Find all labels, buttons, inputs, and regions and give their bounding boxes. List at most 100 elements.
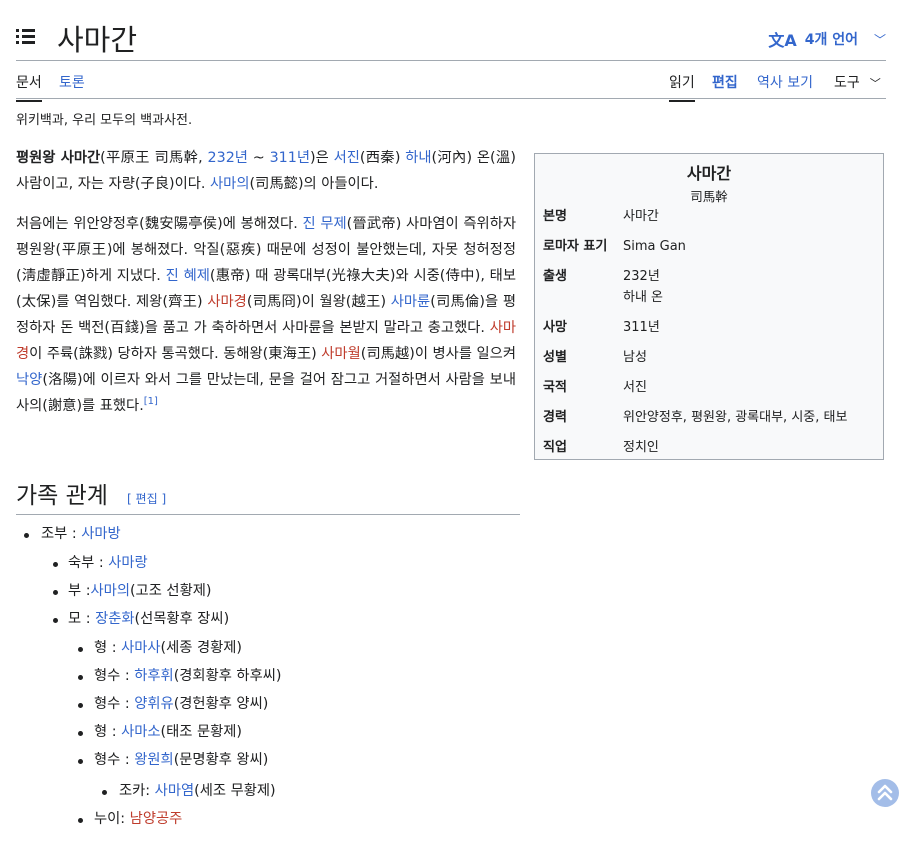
relative-link[interactable]: 장춘화 <box>95 611 134 627</box>
family-item: 조부 : 사마방 <box>41 522 121 543</box>
section-heading: 가족 관계 <box>16 483 108 509</box>
tab-talk[interactable]: 토론 <box>59 72 85 100</box>
link-sima-yue[interactable]: 사마월 <box>321 346 360 362</box>
text: ~ <box>247 150 270 166</box>
bullet <box>78 675 83 680</box>
link-dynasty[interactable]: 서진 <box>334 150 360 166</box>
relation: 형수 : <box>94 696 135 712</box>
infobox-value: 232년하내 온 <box>623 266 875 308</box>
scroll-to-top-button[interactable] <box>871 779 899 807</box>
infobox-row: 직업 정치인 <box>543 437 875 458</box>
relative-link[interactable]: 사마염 <box>155 783 194 799</box>
tab-tools[interactable]: 도구 ﹀ <box>834 72 881 100</box>
text: (洛陽)에 이르자 와서 그를 만났는데, 문을 걸어 잠그고 거절하면서 사람… <box>16 372 516 414</box>
link-emperor-hui[interactable]: 진 혜제 <box>166 268 210 284</box>
family-item: 형수 : 왕원희(문명황후 왕씨) <box>94 748 268 769</box>
infobox: 사마간 司馬幹 본명 사마간 로마자 표기 Sima Gan 출생 232년 하내 온 … <box>534 153 884 460</box>
relative-link[interactable]: 왕원희 <box>134 752 173 768</box>
relative-link[interactable]: 사마랑 <box>108 555 147 571</box>
intro-paragraph-1: 평원왕 사마간(平原王 司馬幹, 232년 ~ 311년)은 서진(西秦) 하내… <box>16 145 516 197</box>
infobox-key: 직업 <box>543 440 567 455</box>
toc-list-icon[interactable] <box>16 28 36 46</box>
family-item: 부 :사마의(고조 선황제) <box>68 579 211 600</box>
bullet <box>102 790 107 795</box>
reference-link[interactable]: [1] <box>144 396 158 407</box>
section-edit-link[interactable]: [ 편집 ] <box>127 492 166 506</box>
relative-title: (세조 무황제) <box>194 783 276 799</box>
bullet <box>78 703 83 708</box>
birth-year: 232년 <box>623 269 660 284</box>
intro-paragraph-2: 처음에는 위안양정후(魏安陽亭侯)에 봉해졌다. 진 무제(晉武帝) 사마염이 … <box>16 211 516 419</box>
relative-link[interactable]: 남양공주 <box>130 811 183 827</box>
infobox-subtitle: 司馬幹 <box>690 189 728 204</box>
relation: 형수 : <box>94 752 135 768</box>
relative-title: (태조 문황제) <box>160 724 242 740</box>
bullet <box>78 818 83 823</box>
relative-link[interactable]: 양휘유 <box>134 696 173 712</box>
link-birth-year[interactable]: 232년 <box>208 150 248 166</box>
relation: 숙부 : <box>68 555 109 571</box>
birth-place: 하내 온 <box>623 290 664 305</box>
link-region[interactable]: 하내 <box>405 150 431 166</box>
relative-title: (문명황후 왕씨) <box>173 752 269 768</box>
link-sima-lun[interactable]: 사마륜 <box>391 294 430 310</box>
tab-history[interactable]: 역사 보기 <box>757 72 813 100</box>
chevron-up-icon <box>877 784 893 801</box>
link-father[interactable]: 사마의 <box>210 176 249 192</box>
infobox-value: Sima Gan <box>623 239 686 254</box>
relative-title: (경헌황후 양씨) <box>173 696 269 712</box>
infobox-row: 경력 위안양정후, 평원왕, 광록대부, 시중, 태보 <box>543 407 875 428</box>
relative-link[interactable]: 사마사 <box>121 640 160 656</box>
infobox-value: 서진 <box>623 380 647 395</box>
relative-title: (경회황후 하후씨) <box>173 668 282 684</box>
infobox-key: 성별 <box>543 350 567 365</box>
relative-title: (선목황후 장씨) <box>134 611 230 627</box>
bullet <box>24 533 29 538</box>
relative-title: (세종 경황제) <box>160 640 242 656</box>
link-emperor-wu[interactable]: 진 무제 <box>302 216 346 232</box>
infobox-rows: 본명 사마간 로마자 표기 Sima Gan 출생 232년 하내 온 사망 311년 성… <box>543 206 875 467</box>
subject-name: 평원왕 사마간 <box>16 150 101 166</box>
infobox-key: 국적 <box>543 380 567 395</box>
relative-link[interactable]: 사마소 <box>121 724 160 740</box>
text: )은 <box>310 150 334 166</box>
infobox-key: 로마자 표기 <box>543 239 608 254</box>
article-intro: 평원왕 사마간(平原王 司馬幹, 232년 ~ 311년)은 서진(西秦) 하내… <box>16 145 516 433</box>
family-item: 조카: 사마염(세조 무황제) <box>119 779 276 800</box>
link-luoyang[interactable]: 낙양 <box>16 372 42 388</box>
infobox-key: 본명 <box>543 209 567 224</box>
infobox-title: 사마간 <box>686 164 732 183</box>
relative-link[interactable]: 사마방 <box>81 526 120 542</box>
chevron-down-icon: ﹀ <box>873 32 886 47</box>
relative-title: (고조 선황제) <box>129 583 212 599</box>
relative-link[interactable]: 사마의 <box>91 583 130 599</box>
text: (西秦) <box>359 150 406 166</box>
family-item: 형수 : 양휘유(경헌황후 양씨) <box>94 692 268 713</box>
site-tagline: 위키백과, 우리 모두의 백과사전. <box>16 113 193 128</box>
infobox-row: 본명 사마간 <box>543 206 875 227</box>
infobox-value: 사마간 <box>623 209 659 224</box>
infobox-key: 출생 <box>543 269 567 284</box>
relation: 조카: <box>119 783 155 799</box>
tab-read[interactable]: 읽기 <box>669 72 695 102</box>
link-sima-jiong[interactable]: 사마경 <box>207 294 246 310</box>
family-item: 숙부 : 사마랑 <box>68 551 148 572</box>
infobox-value: 위안양정후, 평원왕, 광록대부, 시중, 태보 <box>623 410 848 425</box>
infobox-key: 사망 <box>543 320 567 335</box>
relation: 형 : <box>94 724 122 740</box>
relation: 모 : <box>68 611 96 627</box>
text: (平原王 司馬幹, <box>100 150 208 166</box>
family-item: 형수 : 하후휘(경회황후 하후씨) <box>94 664 281 685</box>
family-item: 형 : 사마사(세종 경황제) <box>94 636 242 657</box>
family-item: 모 : 장춘화(선목황후 장씨) <box>68 607 229 628</box>
language-button[interactable]: 文A 4개 언어 ﹀ <box>768 27 886 51</box>
tools-label: 도구 <box>834 75 860 91</box>
relation: 형 : <box>94 640 122 656</box>
page-title: 사마간 <box>57 23 138 57</box>
relative-link[interactable]: 하후휘 <box>134 668 173 684</box>
tab-article[interactable]: 문서 <box>16 72 42 102</box>
infobox-key: 경력 <box>543 410 567 425</box>
link-death-year[interactable]: 311년 <box>270 150 310 166</box>
chevron-down-icon: ﹀ <box>869 77 881 90</box>
tab-edit[interactable]: 편집 <box>712 72 738 100</box>
